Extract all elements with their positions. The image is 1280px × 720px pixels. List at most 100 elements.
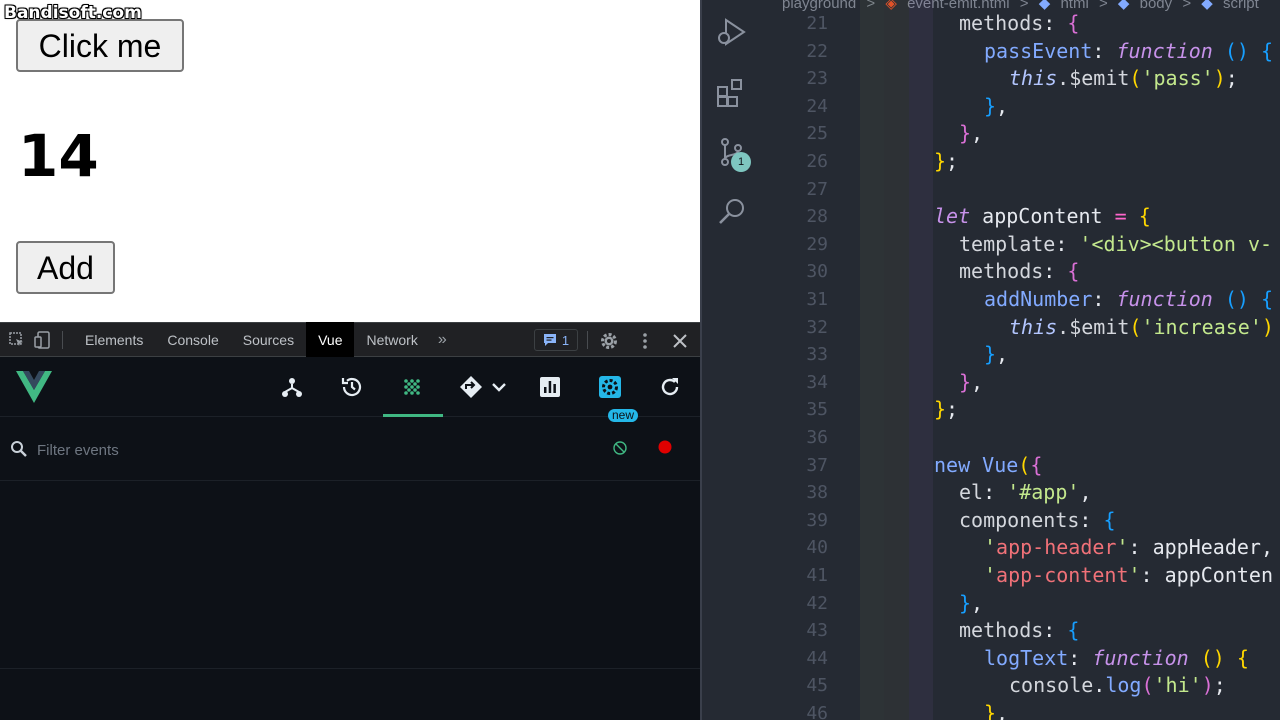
line-number: 42 <box>806 592 828 614</box>
code-line: logText: function () { <box>984 645 1249 670</box>
new-badge: new <box>608 406 639 424</box>
devtools-panel: Elements Console Sources Vue Network » 1 <box>0 322 700 720</box>
active-tab-indicator <box>383 414 443 417</box>
line-number: 46 <box>806 703 828 720</box>
code-line: }, <box>984 701 1009 720</box>
indent-guide <box>884 0 909 720</box>
clear-events-icon[interactable] <box>612 440 628 461</box>
code-line: 'app-content': appConten <box>984 563 1273 587</box>
filter-events-bar <box>0 418 700 481</box>
performance-chart-icon[interactable] <box>537 374 563 400</box>
search-icon <box>10 440 28 463</box>
line-number: 40 <box>806 537 828 559</box>
tab-console[interactable]: Console <box>155 322 230 357</box>
code-line: this.$emit('pass'); <box>1009 66 1238 91</box>
line-number: 31 <box>806 289 828 310</box>
code-line: }; <box>934 397 959 422</box>
tab-elements[interactable]: Elements <box>73 322 155 357</box>
device-toggle-icon[interactable] <box>34 330 52 349</box>
click-me-button[interactable]: Click me <box>16 19 184 72</box>
code-line: methods: { <box>959 11 1080 35</box>
vue-logo-icon <box>16 371 52 408</box>
line-number: 38 <box>806 482 828 504</box>
line-number: 34 <box>806 371 828 393</box>
line-number-gutter: 21 22 23 24 25 26 27 28 29 30 31 32 33 34 35 36 37 38 39 40… <box>762 0 860 720</box>
issues-badge[interactable]: 1 <box>534 329 578 351</box>
line-number: 36 <box>806 427 828 448</box>
watermark: Bandisoft.com <box>4 3 142 23</box>
code-line: let appContent = { <box>934 204 1151 229</box>
indent-guide <box>860 0 884 720</box>
code-line: }, <box>984 342 1009 367</box>
add-button[interactable]: Add <box>16 241 115 294</box>
code-line: }, <box>959 369 984 394</box>
code-line: template: '<div><button v- <box>959 231 1273 256</box>
extensions-icon[interactable] <box>716 77 748 109</box>
line-number: 30 <box>806 261 828 283</box>
code-line: passEvent: function () { <box>984 38 1274 63</box>
line-number: 22 <box>806 40 828 62</box>
record-icon[interactable] <box>657 439 673 460</box>
code-line: }; <box>934 149 959 173</box>
kebab-menu-icon[interactable] <box>641 331 649 356</box>
message-icon <box>543 334 556 346</box>
line-number: 28 <box>806 206 828 228</box>
search-icon[interactable] <box>716 196 748 228</box>
events-divider <box>0 668 700 669</box>
code-line: this.$emit('increase') <box>1009 314 1274 339</box>
vue-devtools-toolbar <box>0 357 700 417</box>
routing-icon[interactable] <box>458 374 484 400</box>
code-line: console.log('hi'); <box>1009 673 1226 698</box>
close-devtools-icon[interactable] <box>671 331 689 356</box>
code-line: }, <box>959 121 984 146</box>
activity-bar: 1 <box>702 0 762 720</box>
line-number: 35 <box>806 399 828 421</box>
code-line: }, <box>959 590 984 615</box>
code-line: methods: { <box>959 259 1080 284</box>
line-number: 37 <box>806 454 828 476</box>
tab-vue[interactable]: Vue <box>306 322 355 357</box>
scm-badge: 1 <box>731 152 751 172</box>
line-number: 43 <box>806 620 828 642</box>
toolbar-separator <box>587 331 588 349</box>
refresh-icon[interactable] <box>657 374 683 400</box>
events-dots-icon[interactable] <box>399 374 425 400</box>
line-number: 23 <box>806 68 828 90</box>
inspect-element-icon[interactable] <box>8 331 26 349</box>
code-area[interactable]: methods: { passEvent: function () { this.$… <box>860 0 1280 720</box>
chevron-down-icon[interactable] <box>486 374 512 400</box>
code-line: new Vue({ <box>934 452 1043 477</box>
devtools-tab-bar: Elements Console Sources Vue Network » 1 <box>0 322 700 357</box>
code-line: addNumber: function () { <box>984 287 1274 311</box>
components-tree-icon[interactable] <box>279 374 305 400</box>
line-number: 33 <box>806 344 828 366</box>
line-number: 44 <box>806 647 828 669</box>
toolbar-separator <box>62 330 63 349</box>
line-number: 45 <box>806 675 828 697</box>
run-debug-icon[interactable] <box>716 16 748 48</box>
code-line: 'app-header': appHeader, <box>984 535 1274 560</box>
line-number: 27 <box>806 178 828 200</box>
line-number: 32 <box>806 316 828 338</box>
line-number: 39 <box>806 509 828 531</box>
filter-events-input[interactable] <box>37 440 537 460</box>
timeline-history-icon[interactable] <box>339 374 365 400</box>
tab-network[interactable]: Network <box>354 322 429 357</box>
browser-page: Bandisoft.com Click me 14 Add <box>0 0 700 322</box>
settings-gear-icon[interactable] <box>599 331 619 356</box>
issues-count: 1 <box>561 332 570 348</box>
more-tabs-icon[interactable]: » <box>430 331 455 349</box>
line-number: 26 <box>806 151 828 172</box>
line-number: 41 <box>806 565 828 586</box>
line-number: 29 <box>806 233 828 255</box>
line-number: 24 <box>806 95 828 117</box>
code-line: }, <box>984 93 1009 118</box>
indent-guide <box>909 0 933 720</box>
code-line: el: '#app', <box>959 480 1092 505</box>
counter-value: 14 <box>18 122 99 190</box>
settings-gear-icon[interactable] <box>597 374 623 400</box>
line-number: 25 <box>806 123 828 145</box>
code-editor: 1 playground > ◈ event-emit.html > ◆ htm… <box>700 0 1280 720</box>
line-number: 21 <box>806 13 828 34</box>
tab-sources[interactable]: Sources <box>231 322 306 357</box>
